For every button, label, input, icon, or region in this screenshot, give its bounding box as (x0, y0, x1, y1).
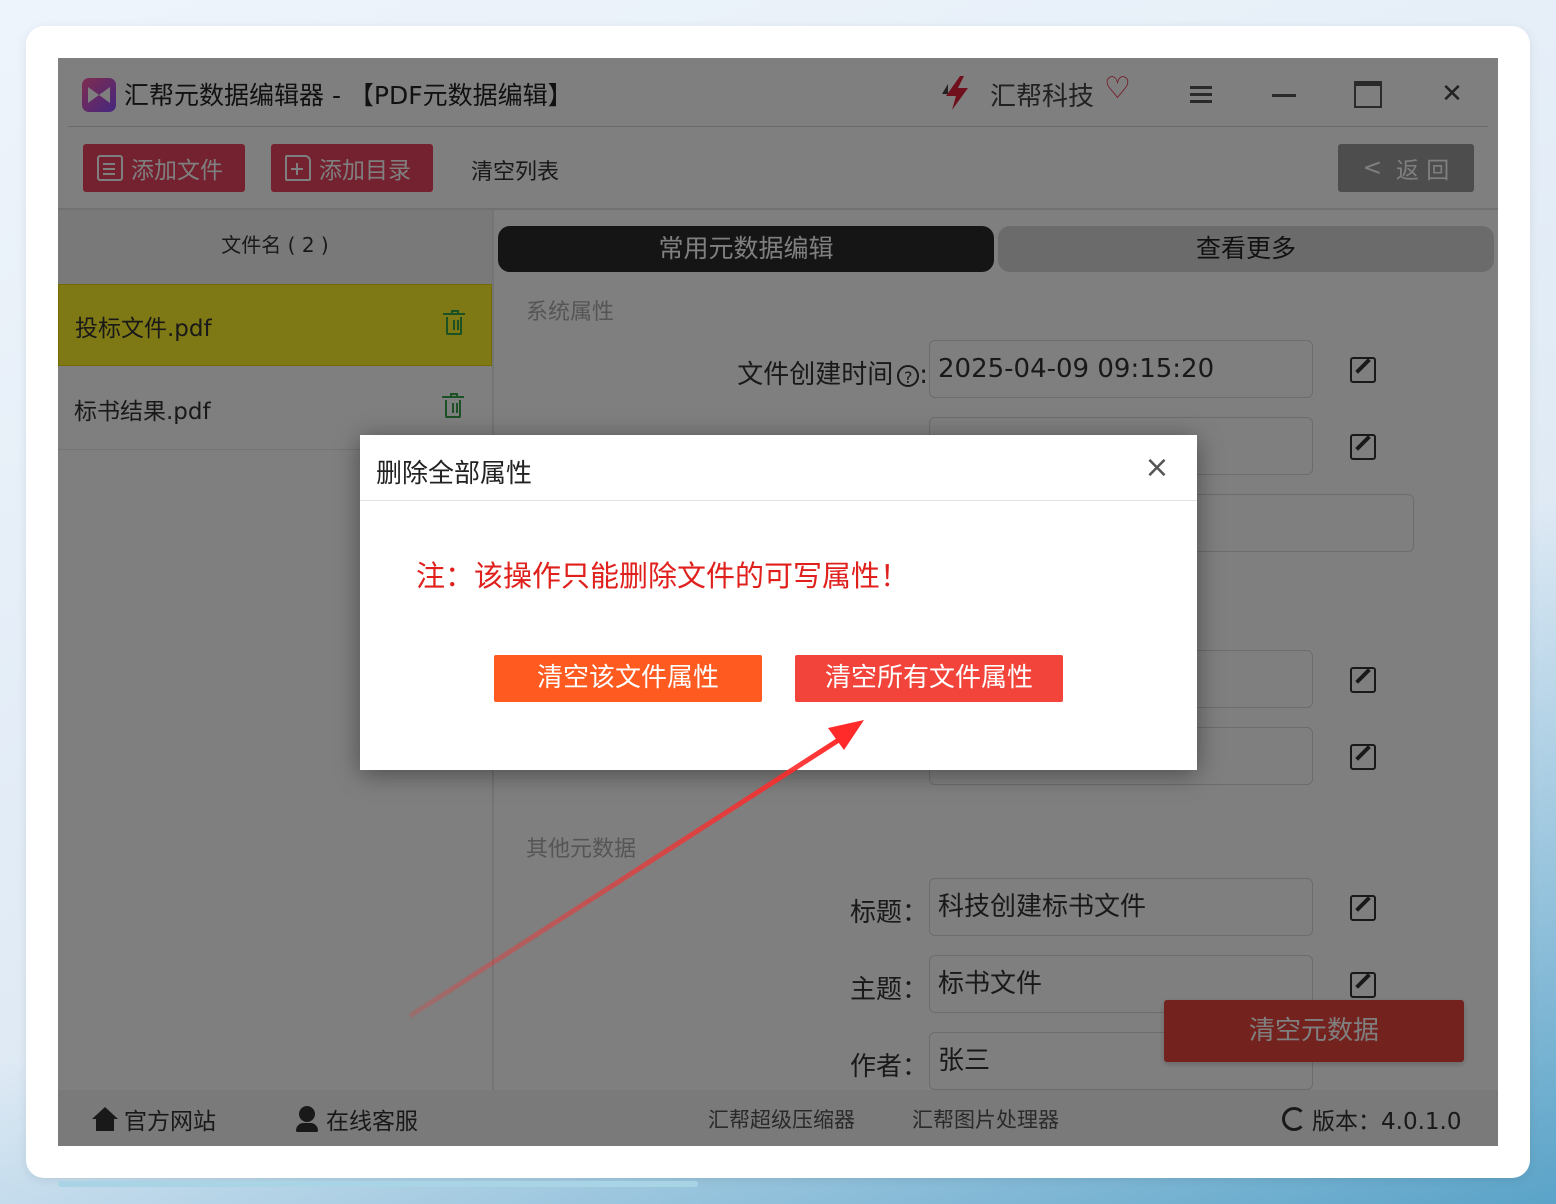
clear-this-file-button[interactable]: 清空该文件属性 (494, 655, 762, 702)
close-icon[interactable]: × (1142, 453, 1172, 483)
taskbar-strip (58, 1181, 698, 1187)
app-window: 汇帮元数据编辑器 - 【PDF元数据编辑】 汇帮科技 ♡ ✕ 添加文件 添加目录… (58, 58, 1498, 1146)
dialog-title: 删除全部属性 (376, 459, 533, 489)
clear-all-files-button[interactable]: 清空所有文件属性 (795, 655, 1063, 702)
divider (360, 500, 1197, 501)
delete-properties-dialog: 删除全部属性 × 注：该操作只能删除文件的可写属性！ 清空该文件属性 清空所有文… (360, 435, 1197, 770)
warning-note: 注：该操作只能删除文件的可写属性！ (416, 559, 910, 593)
